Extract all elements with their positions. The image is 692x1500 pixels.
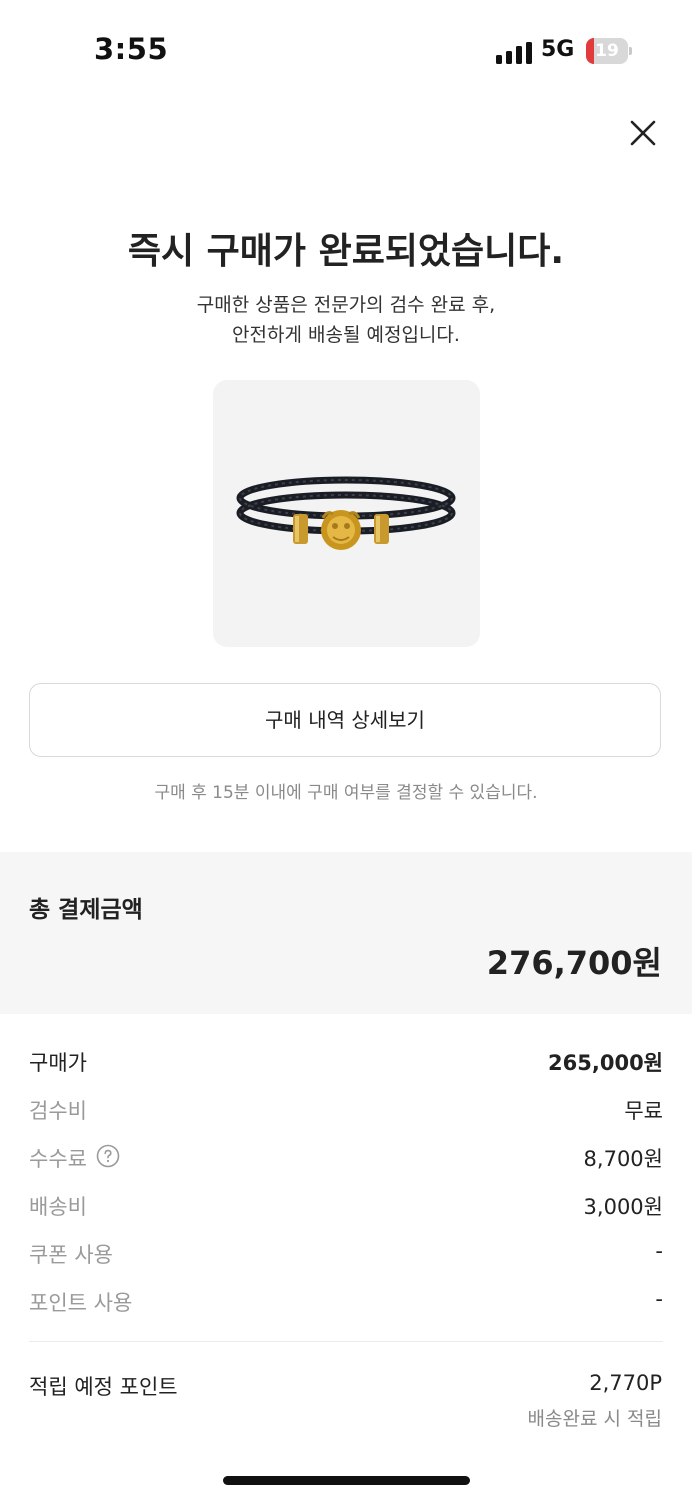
home-indicator bbox=[223, 1476, 470, 1485]
page-title: 즉시 구매가 완료되었습니다. bbox=[127, 231, 565, 272]
subtitle-line-1: 구매한 상품은 전문가의 검수 완료 후, bbox=[196, 294, 496, 316]
decision-notice: 구매 후 15분 이내에 구매 여부를 결정할 수 있습니다. bbox=[154, 783, 538, 803]
fee-row-coupon: 쿠폰 사용 - bbox=[29, 1239, 663, 1269]
battery-icon: 19 bbox=[586, 38, 632, 64]
fee-label: 검수비 bbox=[29, 1099, 87, 1123]
close-button[interactable] bbox=[624, 114, 662, 152]
fee-value: 265,000원 bbox=[548, 1051, 663, 1075]
total-payment-section: 총 결제금액 276,700원 bbox=[0, 852, 692, 1014]
purchase-detail-button-label: 구매 내역 상세보기 bbox=[265, 708, 425, 732]
network-type: 5G bbox=[541, 37, 575, 62]
fee-label: 구매가 bbox=[29, 1051, 87, 1075]
fee-label: 수수료 bbox=[29, 1147, 87, 1171]
fee-row-shipping: 배송비 3,000원 bbox=[29, 1191, 663, 1221]
total-payment-amount: 276,700원 bbox=[486, 944, 662, 982]
status-time: 3:55 bbox=[94, 32, 169, 66]
status-bar: 3:55 5G 19 bbox=[0, 0, 692, 100]
product-image-card bbox=[213, 380, 480, 647]
total-payment-label: 총 결제금액 bbox=[29, 897, 143, 923]
fee-value: 3,000원 bbox=[583, 1195, 663, 1219]
question-circle-icon[interactable] bbox=[96, 1144, 120, 1168]
expected-points-note: 배송완료 시 적립 bbox=[527, 1408, 662, 1430]
fee-row-purchase-price: 구매가 265,000원 bbox=[29, 1047, 663, 1077]
fee-value: 무료 bbox=[624, 1099, 663, 1123]
fee-value: - bbox=[655, 1239, 663, 1263]
expected-points-value: 2,770P bbox=[589, 1371, 662, 1395]
divider bbox=[29, 1341, 663, 1342]
signal-bars-icon bbox=[496, 40, 532, 64]
fee-row-points-used: 포인트 사용 - bbox=[29, 1287, 663, 1317]
bracelet-image bbox=[236, 476, 456, 550]
fee-label: 포인트 사용 bbox=[29, 1291, 133, 1315]
fee-value: - bbox=[655, 1287, 663, 1311]
close-icon bbox=[630, 120, 656, 146]
battery-level: 19 bbox=[595, 41, 619, 61]
subtitle-line-2: 안전하게 배송될 예정입니다. bbox=[232, 324, 460, 346]
fee-label: 쿠폰 사용 bbox=[29, 1243, 113, 1267]
fee-row-commission: 수수료 8,700원 bbox=[29, 1143, 663, 1173]
fee-value: 8,700원 bbox=[583, 1147, 663, 1171]
purchase-detail-button[interactable]: 구매 내역 상세보기 bbox=[29, 683, 661, 757]
fee-label: 배송비 bbox=[29, 1195, 87, 1219]
expected-points-label: 적립 예정 포인트 bbox=[29, 1375, 178, 1399]
fee-row-inspection: 검수비 무료 bbox=[29, 1095, 663, 1125]
